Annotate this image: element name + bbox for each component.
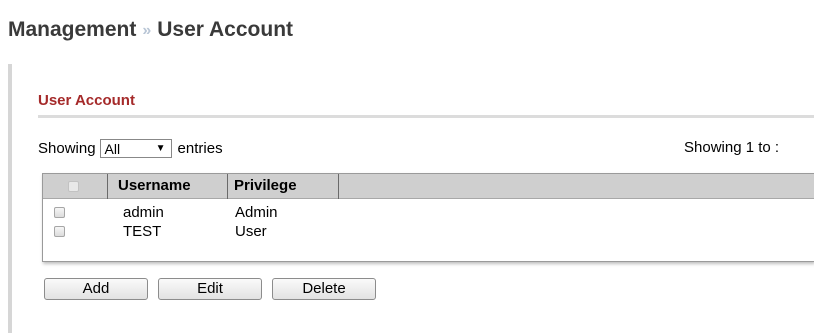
dropdown-arrow-icon: ▼ [155, 143, 166, 154]
main-content: User Account Showing All ▼ entries Showi… [12, 64, 814, 333]
entries-select-value: All [104, 140, 121, 157]
breadcrumb-parent[interactable]: Management [8, 18, 136, 41]
cell-privilege: Admin [235, 204, 278, 221]
delete-button[interactable]: Delete [272, 278, 376, 300]
breadcrumb-current: User Account [157, 18, 294, 41]
cell-privilege: User [235, 223, 267, 240]
edit-button[interactable]: Edit [158, 278, 262, 300]
table-row[interactable]: admin Admin [43, 203, 814, 222]
page-header: Management » User Account [0, 0, 814, 64]
entries-suffix-label: entries [177, 140, 223, 157]
column-header-privilege[interactable]: Privilege [227, 174, 339, 199]
entries-control: Showing All ▼ entries [38, 139, 223, 158]
breadcrumb-separator-icon: » [142, 22, 152, 39]
cell-username: TEST [123, 223, 162, 240]
table-header: Username Privilege [43, 174, 814, 199]
add-button[interactable]: Add [44, 278, 148, 300]
entries-prefix-label: Showing [38, 140, 96, 157]
entries-select[interactable]: All ▼ [99, 139, 172, 158]
breadcrumb: Management » User Account [8, 18, 293, 42]
select-all-checkbox[interactable] [68, 181, 79, 192]
cell-username: admin [123, 204, 164, 221]
header-select-all-cell [43, 174, 107, 199]
table-row[interactable]: TEST User [43, 222, 814, 241]
user-table: Username Privilege admin Admin TEST User [42, 173, 814, 262]
entries-summary: Showing 1 to : [684, 139, 780, 156]
section-title: User Account [38, 92, 135, 109]
row-checkbox[interactable] [54, 226, 65, 237]
row-checkbox[interactable] [54, 207, 65, 218]
section-divider [38, 115, 814, 118]
column-header-username[interactable]: Username [107, 174, 227, 199]
